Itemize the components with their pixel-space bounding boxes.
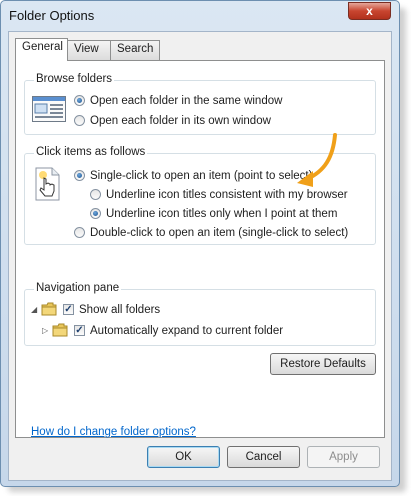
- navigation-pane-group: Navigation pane ◢ ✓ Show all folders ▷ ✓…: [24, 282, 376, 346]
- close-button[interactable]: x: [348, 2, 391, 20]
- tab-general[interactable]: General: [15, 38, 68, 61]
- navigation-pane-title: Navigation pane: [34, 282, 122, 294]
- help-link[interactable]: How do I change folder options?: [31, 426, 196, 438]
- ok-label: OK: [175, 451, 192, 463]
- tab-search-label: Search: [117, 43, 154, 55]
- cancel-button[interactable]: Cancel: [227, 446, 300, 468]
- browse-folders-group: Browse folders Open each folder in the s…: [24, 73, 376, 135]
- checkbox-auto-expand-label: Automatically expand to current folder: [90, 325, 284, 337]
- close-icon: x: [366, 4, 373, 18]
- tab-search[interactable]: Search: [110, 40, 160, 60]
- tab-view-label: View: [74, 43, 99, 55]
- dialog-body: General View Search Browse folders Open …: [8, 31, 392, 481]
- apply-button[interactable]: Apply: [307, 446, 380, 468]
- radio-button[interactable]: [74, 170, 85, 181]
- checkbox[interactable]: ✓: [74, 325, 85, 336]
- title-bar[interactable]: Folder Options x: [1, 1, 399, 31]
- radio-button[interactable]: [90, 208, 101, 219]
- tree-collapsed-icon: ▷: [42, 326, 49, 335]
- curved-arrow-icon: [291, 133, 341, 194]
- radio-button[interactable]: [74, 115, 85, 126]
- tab-general-label: General: [22, 41, 63, 53]
- radio-double-click-label: Double-click to open an item (single-cli…: [90, 227, 349, 239]
- ok-button[interactable]: OK: [147, 446, 220, 468]
- cancel-label: Cancel: [245, 451, 282, 463]
- radio-underline-point-label: Underline icon titles only when I point …: [106, 208, 338, 220]
- general-tab-panel: Browse folders Open each folder in the s…: [15, 60, 385, 438]
- tab-view[interactable]: View: [67, 40, 111, 60]
- click-items-title: Click items as follows: [34, 146, 148, 158]
- radio-own-window-label: Open each folder in its own window: [90, 115, 271, 127]
- folder-icon: [52, 323, 68, 340]
- apply-label: Apply: [329, 451, 358, 463]
- radio-button[interactable]: [74, 227, 85, 238]
- radio-button[interactable]: [74, 95, 85, 106]
- radio-same-window-label: Open each folder in the same window: [90, 95, 283, 107]
- tree-expanded-icon: ◢: [31, 305, 38, 314]
- radio-single-click-label: Single-click to open an item (point to s…: [90, 170, 313, 182]
- window-title: Folder Options: [9, 8, 95, 23]
- browse-folders-title: Browse folders: [34, 73, 115, 85]
- hand-pointer-icon: [34, 167, 62, 204]
- checkbox[interactable]: ✓: [63, 304, 74, 315]
- restore-defaults-button[interactable]: Restore Defaults: [270, 353, 376, 375]
- folder-window-icon: [32, 96, 66, 125]
- folder-options-window: Folder Options x General View Search Bro…: [0, 0, 400, 487]
- restore-defaults-label: Restore Defaults: [280, 358, 366, 370]
- folder-tree-icon: [41, 302, 57, 319]
- checkbox-show-all-folders-label: Show all folders: [79, 304, 161, 316]
- radio-button[interactable]: [90, 189, 101, 200]
